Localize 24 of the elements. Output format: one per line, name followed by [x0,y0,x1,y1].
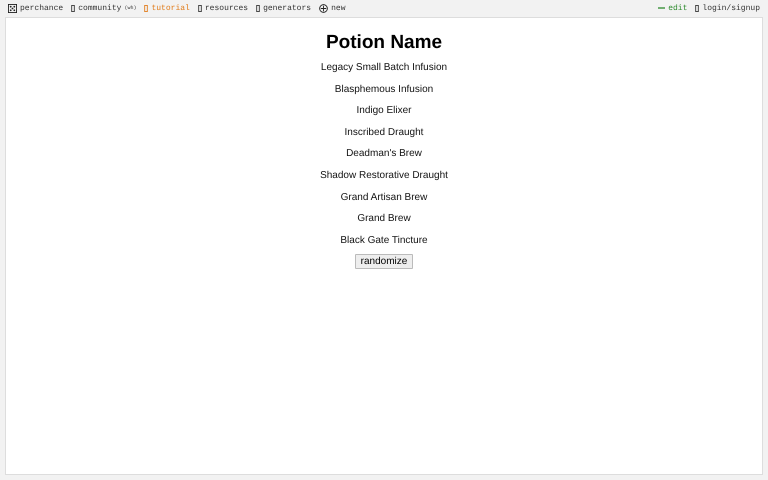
randomize-button[interactable]: randomize [354,254,414,270]
plus-icon [319,4,328,12]
rectangle-icon [144,4,148,12]
nav-link[interactable]: perchance [8,4,64,12]
result-text: Black Gate Tincture [340,234,428,247]
result-text: Grand Brew [357,213,411,226]
rectangle-icon [256,4,260,12]
result-text: Inscribed Draught [344,126,424,139]
result-text: Grand Artisan Brew [340,192,428,204]
dice-icon [8,4,17,12]
rectangle-icon [695,4,700,12]
result-text: Legacy Small Batch Infusion [320,62,448,74]
nav-link[interactable]: generators [256,4,312,12]
nav-link[interactable]: edit [658,4,688,12]
result-text: Indigo Elixer [356,105,412,118]
result-text: Blasphemous Infusion [334,84,434,96]
nav-link[interactable]: new [319,4,346,12]
generator-title: Potion Name [326,32,442,54]
nav-link[interactable]: login/signup [695,4,760,12]
result-text: Deadman's Brew [346,148,422,160]
nav-link[interactable]: resources [198,4,248,12]
result-text: Shadow Restorative Draught [320,170,448,182]
rectangle-icon [71,4,76,12]
rectangle-icon [198,4,202,12]
